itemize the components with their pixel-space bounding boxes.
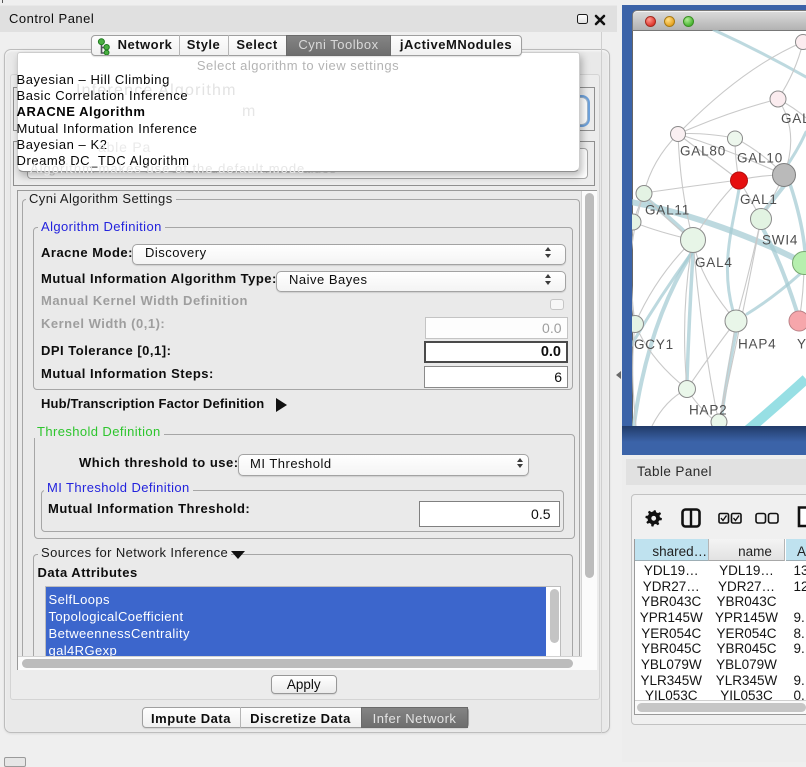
svg-text:GCY1: GCY1 [634, 337, 674, 352]
svg-text:GAL10: GAL10 [737, 151, 783, 166]
svg-text:GAL4: GAL4 [695, 255, 733, 270]
svg-text:YD: YD [797, 337, 806, 352]
svg-text:GAL11: GAL11 [645, 203, 690, 218]
svg-text:GAL1: GAL1 [740, 192, 778, 207]
svg-text:HAP2: HAP2 [689, 403, 727, 418]
svg-text:SWI4: SWI4 [762, 233, 798, 248]
svg-text:GAL80: GAL80 [680, 144, 726, 159]
svg-text:HAP4: HAP4 [738, 337, 776, 352]
svg-text:GAL7: GAL7 [781, 111, 806, 126]
